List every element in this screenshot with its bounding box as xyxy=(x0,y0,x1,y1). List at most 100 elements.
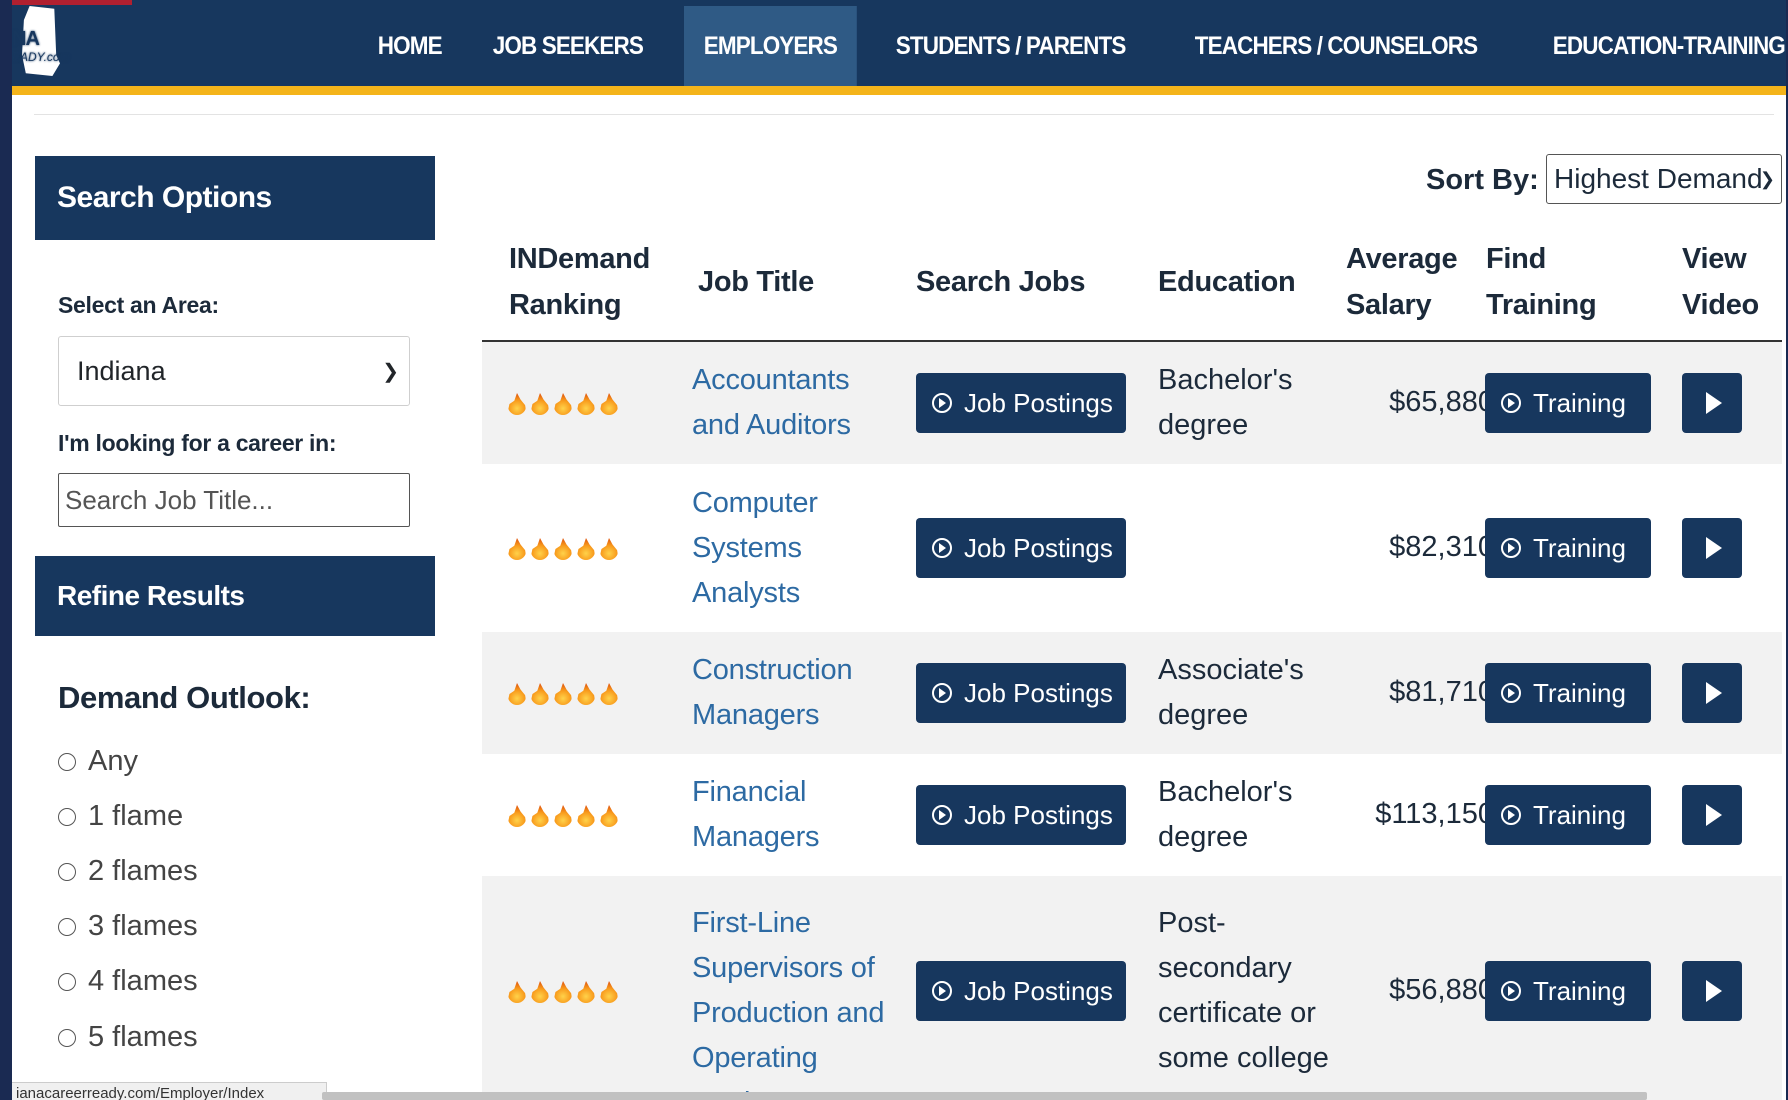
divider xyxy=(34,114,1774,115)
flame-icon xyxy=(552,389,574,417)
horizontal-scrollbar[interactable] xyxy=(322,1092,1647,1100)
job-title-link[interactable]: First-Line Supervisors of Production and Op… xyxy=(692,901,884,1100)
average-salary: $81,710 xyxy=(1389,676,1494,708)
indemand-flames xyxy=(506,801,620,829)
flame-icon xyxy=(529,801,551,829)
training-label: Training xyxy=(1533,387,1626,418)
header-average-salary[interactable]: Average Salary xyxy=(1346,236,1458,328)
education-line: Bachelor's xyxy=(1158,364,1293,396)
job-postings-label: Job Postings xyxy=(964,532,1113,563)
radio-button[interactable] xyxy=(58,917,76,936)
job-postings-label: Job Postings xyxy=(964,387,1113,418)
sort-by-value: Highest Demand xyxy=(1554,163,1763,194)
training-label: Training xyxy=(1533,677,1626,708)
area-select[interactable]: Indiana ❯ xyxy=(58,336,410,406)
job-postings-button[interactable]: Job Postings xyxy=(916,373,1126,433)
flame-icon xyxy=(529,534,551,562)
play-video-button[interactable] xyxy=(1682,663,1742,723)
education-level: Bachelor's degree xyxy=(1158,770,1293,860)
arrow-circle-right-icon xyxy=(932,683,952,703)
table-row: Construction Managers Job Postings Associat… xyxy=(482,632,1782,754)
average-salary: $113,150 xyxy=(1375,798,1494,830)
find-training-button[interactable]: Training xyxy=(1485,373,1651,433)
status-bar-url: ianacareerready.com/Employer/Index xyxy=(12,1082,327,1100)
chevron-down-icon: ❯ xyxy=(1759,169,1775,189)
job-title-line: Supervisors of xyxy=(692,952,875,984)
radio-button[interactable] xyxy=(58,807,76,826)
job-title-line: Accountants xyxy=(692,364,850,396)
indemand-flames xyxy=(506,977,620,1005)
demand-radio-any[interactable]: Any xyxy=(58,745,138,778)
nav-item-students-parents[interactable]: STUDENTS / PARENTS xyxy=(876,6,1145,86)
nav-accent-bar xyxy=(12,86,1786,95)
play-video-button[interactable] xyxy=(1682,961,1742,1021)
job-title-link[interactable]: Accountants and Auditors xyxy=(692,358,851,448)
site-logo[interactable]: NA EADY.com xyxy=(12,4,70,78)
job-title-line: Systems xyxy=(692,531,802,564)
job-postings-button[interactable]: Job Postings xyxy=(916,663,1126,723)
table-row: Financial Managers Job Postings Bachelor's d… xyxy=(482,754,1782,876)
radio-label: 4 flames xyxy=(88,965,198,997)
flame-icon xyxy=(575,534,597,562)
education-line: degree xyxy=(1158,699,1249,731)
arrow-circle-right-icon xyxy=(1501,393,1521,413)
play-video-button[interactable] xyxy=(1682,373,1742,433)
education-line: Post- xyxy=(1158,907,1226,939)
job-title-link[interactable]: Construction Managers xyxy=(692,648,853,738)
find-training-button[interactable]: Training xyxy=(1485,961,1651,1021)
demand-radio-2-flames[interactable]: 2 flames xyxy=(58,855,198,888)
nav-item-employers[interactable]: EMPLOYERS xyxy=(683,6,857,86)
flame-icon xyxy=(598,389,620,417)
window-frame-left xyxy=(0,0,12,1100)
job-postings-button[interactable]: Job Postings xyxy=(916,785,1126,845)
table-row: Computer Systems Analysts Job Postings $82,3… xyxy=(482,464,1782,632)
header-indemand-ranking[interactable]: INDemand Ranking xyxy=(509,236,650,328)
nav-item-education-training-providers[interactable]: EDUCATION-TRAINING PROVIDERS xyxy=(1533,6,1786,86)
flame-icon xyxy=(506,534,528,562)
average-salary: $82,310 xyxy=(1389,531,1494,563)
radio-label: 1 flame xyxy=(88,800,184,832)
sort-by-select[interactable]: Highest Demand ❯ xyxy=(1546,154,1782,204)
flame-icon xyxy=(552,534,574,562)
header-job-title[interactable]: Job Title xyxy=(698,259,814,305)
demand-radio-3-flames[interactable]: 3 flames xyxy=(58,910,198,943)
nav-item-job-seekers[interactable]: JOB SEEKERS xyxy=(473,6,663,86)
nav-item-home[interactable]: HOME xyxy=(358,6,462,86)
job-title-link[interactable]: Financial Managers xyxy=(692,770,820,860)
job-title-line: and Auditors xyxy=(692,409,851,441)
job-postings-button[interactable]: Job Postings xyxy=(916,961,1126,1021)
table-row: Accountants and Auditors Job Postings Bache… xyxy=(482,342,1782,464)
job-title-link[interactable]: Computer Systems Analysts xyxy=(692,481,818,616)
arrow-circle-right-icon xyxy=(1501,538,1521,558)
education-line: degree xyxy=(1158,409,1249,441)
flame-icon xyxy=(506,389,528,417)
demand-radio-4-flames[interactable]: 4 flames xyxy=(58,965,198,998)
training-label: Training xyxy=(1533,975,1626,1006)
radio-button[interactable] xyxy=(58,752,76,771)
job-postings-button[interactable]: Job Postings xyxy=(916,518,1126,578)
nav-item-teachers-counselors[interactable]: TEACHERS / COUNSELORS xyxy=(1175,6,1497,86)
demand-radio-1-flame[interactable]: 1 flame xyxy=(58,800,183,833)
flame-icon xyxy=(598,977,620,1005)
sort-by-label: Sort By: xyxy=(1426,164,1539,196)
arrow-circle-right-icon xyxy=(932,805,952,825)
radio-button[interactable] xyxy=(58,1028,76,1047)
indemand-flames xyxy=(506,389,620,417)
play-video-button[interactable] xyxy=(1682,518,1742,578)
job-title-search-input[interactable] xyxy=(58,473,410,527)
logo-text-bottom: EADY.com xyxy=(12,50,70,64)
play-video-button[interactable] xyxy=(1682,785,1742,845)
find-training-button[interactable]: Training xyxy=(1485,785,1651,845)
flame-icon xyxy=(598,801,620,829)
radio-button[interactable] xyxy=(58,972,76,991)
demand-radio-5-flames[interactable]: 5 flames xyxy=(58,1021,198,1054)
find-training-button[interactable]: Training xyxy=(1485,518,1651,578)
arrow-circle-right-icon xyxy=(932,981,952,1001)
radio-label: Any xyxy=(88,745,138,777)
arrow-circle-right-icon xyxy=(932,538,952,558)
radio-button[interactable] xyxy=(58,862,76,881)
flame-icon xyxy=(529,977,551,1005)
job-title-line: Construction xyxy=(692,654,853,686)
find-training-button[interactable]: Training xyxy=(1485,663,1651,723)
header-education[interactable]: Education xyxy=(1158,259,1296,305)
